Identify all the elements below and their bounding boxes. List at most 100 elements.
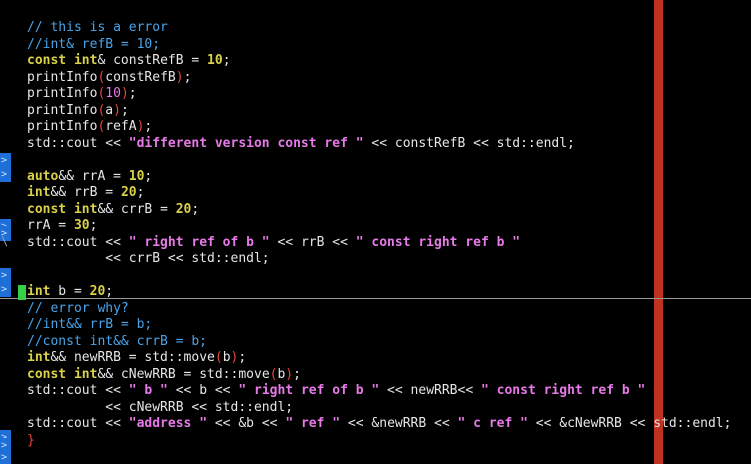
code-line[interactable]: int&& rrB = 20;	[27, 185, 751, 202]
code-token: int	[27, 284, 51, 299]
code-token: && rrB =	[50, 185, 121, 200]
code-token: const	[27, 366, 67, 382]
code-token: int	[73, 366, 98, 382]
code-token: // this is a error	[27, 20, 168, 35]
code-token: && rrA =	[58, 168, 129, 184]
code-line[interactable]: std::cout << "address " << &b << " ref "…	[27, 416, 751, 433]
code-editor[interactable]: > > > > > > \ > > > << constRefA << std:…	[0, 0, 751, 464]
code-token: printInfo	[27, 86, 98, 101]
code-token: ;	[128, 86, 137, 101]
code-token: ;	[144, 119, 153, 134]
code-token: ;	[183, 69, 192, 85]
code-token: " const right ref b "	[480, 383, 646, 398]
code-token: ;	[191, 201, 200, 217]
diff-removed-sign-icon: \	[1, 234, 9, 248]
code-token: & constRefB =	[97, 53, 208, 68]
code-line[interactable]: printInfo(refA);	[27, 119, 751, 136]
code-line[interactable]: int&& newRRB = std::move(b);	[27, 350, 751, 367]
code-token: a	[105, 102, 114, 118]
code-line[interactable]: }	[27, 433, 751, 450]
code-token: " ref "	[285, 416, 341, 431]
code-token: ;	[144, 168, 153, 184]
code-token: ;	[293, 366, 301, 382]
code-token: std::cout <<	[27, 135, 129, 151]
code-token: )	[175, 69, 184, 85]
diff-sign-icon[interactable]: >	[0, 268, 11, 283]
code-line[interactable]: printInfo(constRefB);	[27, 70, 751, 87]
code-token: rrA =	[27, 218, 74, 233]
text-cursor	[18, 285, 26, 300]
code-token: ;	[136, 185, 145, 200]
code-token: // error why?	[27, 300, 129, 316]
code-token: " right ref of b "	[238, 383, 380, 398]
code-line[interactable]: const int&& crrB = 20;	[27, 202, 751, 219]
code-token: auto	[27, 168, 59, 184]
code-line[interactable]: // error why?	[27, 301, 751, 318]
code-token: printInfo	[27, 102, 98, 118]
code-line[interactable]: //int& refB = 10;	[27, 37, 751, 54]
code-token: printInfo	[27, 69, 98, 85]
code-token: << newRRB<<	[379, 383, 481, 398]
code-token: " b "	[128, 383, 168, 398]
code-line[interactable]: const int&& cNewRRB = std::move(b);	[27, 367, 751, 384]
code-token: ;	[105, 284, 114, 299]
code-token: ;	[222, 53, 231, 68]
code-line[interactable]	[27, 4, 751, 21]
code-token: std::cout <<	[27, 234, 129, 250]
code-token: << rrB <<	[269, 234, 356, 250]
code-token: int	[27, 350, 51, 365]
code-token: 20	[175, 201, 192, 217]
code-line[interactable]: //const int&& crrB = b;	[27, 334, 751, 351]
diff-sign-icon[interactable]: >	[0, 153, 11, 168]
code-line[interactable]: rrA = 30;	[27, 218, 751, 235]
code-line[interactable]	[27, 268, 751, 285]
code-line[interactable]: printInfo(a);	[27, 103, 751, 120]
code-line[interactable]: std::cout << " b " << b << " right ref o…	[27, 383, 751, 400]
code-token: constRefB	[105, 69, 176, 85]
code-token: //int&& rrB = b;	[27, 317, 153, 332]
code-line[interactable]: std::cout << " right ref of b " << rrB <…	[27, 235, 751, 252]
code-token: 10	[105, 86, 121, 101]
code-line[interactable]: // this is a error	[27, 20, 751, 37]
diff-sign-icon[interactable]: >	[0, 282, 11, 297]
code-token: }	[27, 432, 35, 448]
diff-sign-icon[interactable]: >	[0, 450, 11, 464]
code-lines[interactable]: << constRefA << std::endl;// this is a e…	[27, 0, 751, 449]
code-token: int	[73, 201, 98, 217]
diff-sign-icon[interactable]: >	[0, 167, 11, 182]
code-token: int	[73, 53, 98, 68]
code-token: << crrB << std::endl;	[27, 251, 270, 266]
code-token: const	[27, 53, 67, 68]
code-token: )	[285, 366, 294, 382]
code-token: " const right ref b "	[355, 234, 521, 250]
code-token: 30	[73, 218, 90, 233]
code-line[interactable]: << crrB << std::endl;	[27, 251, 751, 268]
code-token: " c ref "	[457, 416, 528, 431]
code-token: << cNewRRB << std::endl;	[27, 399, 294, 415]
code-token: << &cNewRRB << std::endl;	[527, 416, 732, 431]
code-token: std::cout <<	[27, 383, 129, 398]
code-line[interactable]: printInfo(10);	[27, 86, 751, 103]
code-line[interactable]: auto&& rrA = 10;	[27, 169, 751, 186]
code-token: "address "	[128, 416, 208, 431]
code-token: //const int&& crrB = b;	[27, 333, 208, 349]
code-line[interactable]: const int& constRefB = 10;	[27, 53, 751, 70]
code-token: ;	[120, 102, 129, 118]
code-token: 20	[89, 284, 106, 299]
code-token: && cNewRRB = std::move	[97, 366, 270, 382]
code-token: << constRefA << std::endl;	[27, 0, 294, 2]
code-token: )	[120, 86, 129, 101]
code-line[interactable]: //int&& rrB = b;	[27, 317, 751, 334]
code-token: ;	[89, 218, 98, 233]
code-token: refA	[105, 119, 137, 134]
sign-gutter: > > > > > > \ > > >	[0, 0, 14, 464]
code-token: ;	[238, 350, 247, 365]
code-token: << &b <<	[207, 416, 286, 431]
code-line[interactable]: << cNewRRB << std::endl;	[27, 400, 751, 417]
code-line[interactable]	[27, 152, 751, 169]
code-line[interactable]: int b = 20;	[27, 284, 751, 301]
code-line[interactable]: std::cout << "different version const re…	[27, 136, 751, 153]
code-token: const	[27, 201, 67, 217]
